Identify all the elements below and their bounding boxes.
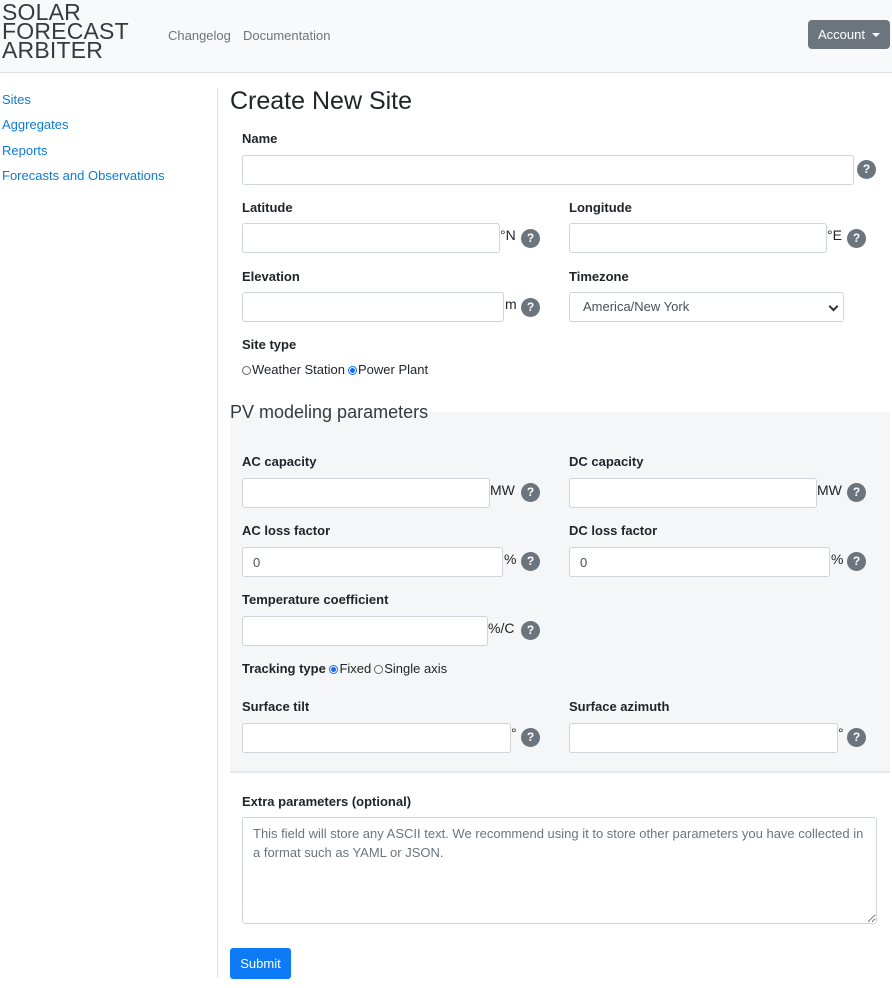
- temperature-coefficient-help-icon[interactable]: ?: [521, 621, 540, 640]
- ac-loss-factor-unit: %: [504, 551, 517, 567]
- elevation-help-icon[interactable]: ?: [521, 298, 540, 317]
- surface-tilt-unit: °: [511, 725, 517, 741]
- tracking-type-radio-group: Tracking type Fixed Single axis: [242, 661, 447, 676]
- latitude-input[interactable]: [242, 223, 500, 253]
- name-input[interactable]: [242, 155, 854, 185]
- surface-azimuth-label: Surface azimuth: [569, 699, 670, 714]
- dc-capacity-label: DC capacity: [569, 454, 644, 469]
- brand-logo[interactable]: SOLAR FORECAST ARBITER: [2, 1, 129, 62]
- extra-parameters-textarea[interactable]: [242, 817, 877, 924]
- timezone-select[interactable]: America/New York: [569, 292, 844, 322]
- dc-capacity-help-icon[interactable]: ?: [847, 483, 866, 502]
- name-help-icon[interactable]: ?: [857, 160, 876, 179]
- ac-capacity-input[interactable]: [242, 478, 490, 508]
- dc-capacity-input[interactable]: [569, 478, 817, 508]
- nav-link-documentation[interactable]: Documentation: [243, 28, 330, 43]
- sidebar-item-forecasts-observations[interactable]: Forecasts and Observations: [2, 168, 165, 183]
- surface-tilt-input[interactable]: [242, 723, 511, 753]
- account-dropdown-button[interactable]: Account: [808, 20, 890, 49]
- ac-capacity-label: AC capacity: [242, 454, 317, 469]
- sidebar-divider: [217, 88, 218, 978]
- dc-capacity-unit: MW: [817, 482, 842, 498]
- site-type-label: Site type: [242, 337, 297, 352]
- single-axis-radio[interactable]: [374, 665, 384, 674]
- sidebar-item-aggregates[interactable]: Aggregates: [2, 117, 69, 132]
- nav-link-changelog[interactable]: Changelog: [168, 28, 231, 43]
- pv-section-heading: PV modeling parameters: [230, 402, 429, 422]
- dc-loss-factor-label: DC loss factor: [569, 523, 658, 538]
- longitude-unit: °E: [827, 227, 842, 243]
- elevation-label: Elevation: [242, 269, 300, 284]
- ac-loss-factor-help-icon[interactable]: ?: [521, 552, 540, 571]
- temperature-coefficient-input[interactable]: [242, 616, 488, 646]
- latitude-unit: °N: [500, 227, 516, 243]
- ac-capacity-help-icon[interactable]: ?: [521, 483, 540, 502]
- longitude-label: Longitude: [569, 200, 632, 215]
- latitude-label: Latitude: [242, 200, 293, 215]
- submit-button[interactable]: Submit: [230, 948, 291, 979]
- ac-capacity-unit: MW: [490, 482, 515, 498]
- dc-loss-factor-input[interactable]: [569, 547, 830, 577]
- temperature-coefficient-label: Temperature coefficient: [242, 592, 389, 607]
- name-label: Name: [242, 131, 278, 146]
- surface-tilt-label: Surface tilt: [242, 699, 310, 714]
- power-plant-radio[interactable]: [347, 366, 357, 375]
- chevron-down-icon: [828, 301, 839, 312]
- surface-azimuth-help-icon[interactable]: ?: [847, 728, 866, 747]
- extra-parameters-label: Extra parameters (optional): [242, 794, 412, 809]
- account-label: Account: [818, 27, 865, 42]
- fixed-label[interactable]: Fixed: [339, 661, 371, 676]
- dc-loss-factor-unit: %: [831, 551, 844, 567]
- elevation-unit: m: [505, 296, 517, 312]
- latitude-help-icon[interactable]: ?: [521, 229, 540, 248]
- ac-loss-factor-label: AC loss factor: [242, 523, 331, 538]
- tracking-type-label: Tracking type: [242, 661, 326, 676]
- surface-azimuth-unit: °: [838, 725, 844, 741]
- top-navbar: SOLAR FORECAST ARBITER Changelog Documen…: [0, 0, 892, 73]
- elevation-input[interactable]: [242, 292, 504, 322]
- weather-station-label[interactable]: Weather Station: [252, 362, 345, 377]
- ac-loss-factor-input[interactable]: [242, 547, 503, 577]
- longitude-help-icon[interactable]: ?: [847, 229, 866, 248]
- surface-tilt-help-icon[interactable]: ?: [521, 728, 540, 747]
- sidebar-item-reports[interactable]: Reports: [2, 143, 48, 158]
- timezone-selected-value: America/New York: [583, 299, 690, 314]
- sidebar-item-sites[interactable]: Sites: [2, 92, 31, 107]
- weather-station-radio[interactable]: [242, 366, 251, 375]
- dc-loss-factor-help-icon[interactable]: ?: [847, 552, 866, 571]
- power-plant-label[interactable]: Power Plant: [358, 362, 428, 377]
- site-type-radio-group: Weather Station Power Plant: [242, 362, 428, 377]
- fixed-radio[interactable]: [329, 665, 339, 674]
- page-title: Create New Site: [230, 87, 413, 115]
- timezone-label: Timezone: [569, 269, 629, 284]
- temperature-coefficient-unit: %/C: [488, 620, 515, 636]
- surface-azimuth-input[interactable]: [569, 723, 838, 753]
- caret-down-icon: [872, 33, 880, 37]
- single-axis-label[interactable]: Single axis: [384, 661, 447, 676]
- longitude-input[interactable]: [569, 223, 827, 253]
